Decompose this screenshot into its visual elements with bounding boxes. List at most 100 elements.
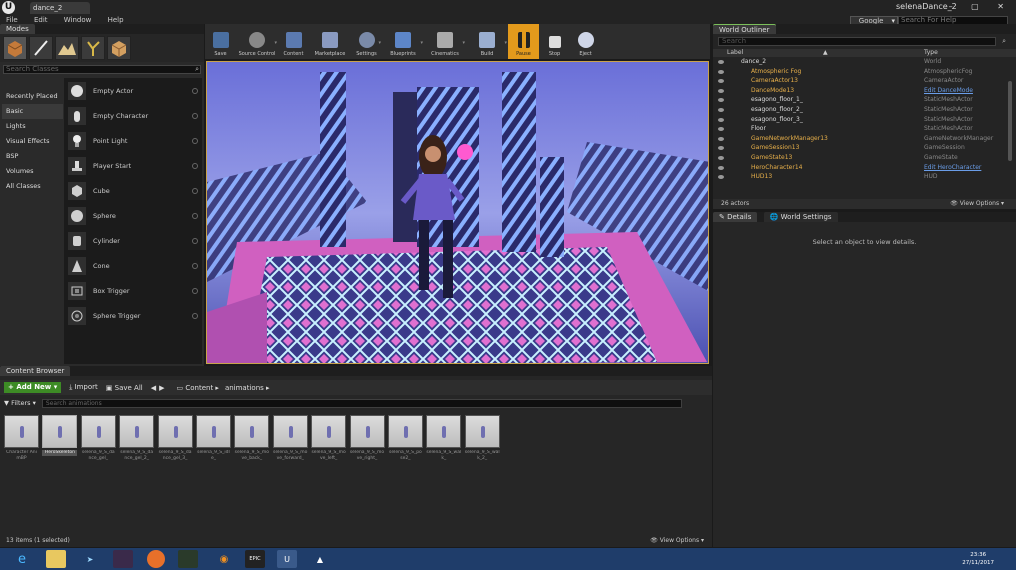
class-item[interactable]: Cylinder	[64, 228, 202, 253]
outliner-row[interactable]: Atmospheric Fog AtmosphericFog	[713, 67, 1016, 77]
details-tab[interactable]: ✎ Details	[713, 212, 758, 222]
class-item[interactable]: Empty Actor	[64, 78, 202, 103]
search-assets-input[interactable]: Search animations	[41, 398, 682, 408]
visibility-eye-icon[interactable]	[718, 60, 724, 64]
outliner-row[interactable]: DanceMode13 Edit DanceMode	[713, 86, 1016, 96]
content-button[interactable]: Content	[278, 24, 309, 59]
visibility-eye-icon[interactable]	[718, 165, 724, 170]
outliner-scrollbar[interactable]	[1008, 81, 1012, 161]
add-new-button[interactable]: + Add New ▾	[4, 382, 62, 393]
help-icon[interactable]	[192, 187, 198, 194]
menu-file[interactable]: File	[6, 16, 18, 24]
asset-tile[interactable]: selena_9_S_move_back_	[234, 415, 270, 462]
category-lights[interactable]: Lights	[2, 119, 63, 134]
build-button[interactable]: Build ▾	[466, 24, 508, 59]
menu-window[interactable]: Window	[64, 16, 92, 24]
geometry-mode-icon[interactable]	[107, 36, 131, 60]
blender-icon[interactable]: ◉	[214, 550, 234, 568]
firefox-icon[interactable]	[147, 550, 165, 568]
path-folder[interactable]: animations ▸	[225, 384, 270, 392]
visibility-eye-icon[interactable]	[718, 79, 724, 84]
help-icon[interactable]	[192, 262, 198, 269]
pause-button[interactable]: Pause	[508, 24, 539, 59]
outliner-row-type[interactable]: Edit HeroCharacter	[924, 163, 981, 173]
class-item[interactable]: Cube	[64, 178, 202, 203]
visibility-eye-icon[interactable]	[718, 175, 724, 179]
asset-tile[interactable]: selena_9_S_move_right_	[349, 415, 385, 462]
outliner-row[interactable]: HeroCharacter14 Edit HeroCharacter	[713, 163, 1016, 173]
asset-tile[interactable]: selena_9_S_move_left_	[311, 415, 347, 462]
asset-tile[interactable]: selena_9_S_idle_	[195, 415, 231, 462]
visibility-eye-icon[interactable]	[718, 117, 724, 122]
outliner-row[interactable]: Floor StaticMeshActor	[713, 124, 1016, 134]
label-column-header[interactable]: Label	[727, 49, 743, 57]
asset-tile[interactable]: Character AnimBP	[4, 415, 39, 462]
world-outliner-tab[interactable]: World Outliner	[713, 24, 776, 34]
class-item[interactable]: Sphere	[64, 203, 202, 228]
filters-button[interactable]: ▼ Filters ▾	[4, 399, 36, 407]
class-item[interactable]: Cone	[64, 253, 202, 278]
visibility-eye-icon[interactable]	[718, 155, 724, 160]
class-item[interactable]: Point Light	[64, 128, 202, 153]
help-icon[interactable]	[192, 137, 198, 144]
asset-tile[interactable]: selena_9_S_dance_gel_	[80, 415, 116, 462]
asset-tile[interactable]: HeroSkeleton	[42, 415, 78, 462]
help-icon[interactable]	[192, 237, 198, 244]
landscape-mode-icon[interactable]	[55, 36, 79, 60]
source-control-button[interactable]: Source Control ▾	[236, 24, 278, 59]
class-item[interactable]: Player Start	[64, 153, 202, 178]
content-view-options[interactable]: 👁 View Options ▾	[650, 535, 704, 547]
help-icon[interactable]	[192, 112, 198, 119]
place-mode-icon[interactable]	[3, 36, 27, 60]
menu-help[interactable]: Help	[108, 16, 124, 24]
level-tab[interactable]: dance_2	[30, 2, 90, 14]
outliner-row[interactable]: esagono_floor_3_ StaticMeshActor	[713, 115, 1016, 125]
outliner-search-input[interactable]: Search ⌕	[718, 37, 1006, 46]
history-forward-icon[interactable]: ▶	[159, 384, 164, 392]
window-controls[interactable]: – ▢ ✕	[949, 2, 1012, 11]
outliner-row[interactable]: esagono_floor_1_ StaticMeshActor	[713, 95, 1016, 105]
system-clock[interactable]: 23:36 27/11/2017	[962, 551, 994, 567]
help-icon[interactable]	[192, 162, 198, 169]
outliner-row[interactable]: esagono_floor_2_ StaticMeshActor	[713, 105, 1016, 115]
help-icon[interactable]	[192, 212, 198, 219]
unreal-engine-icon[interactable]: U	[277, 550, 297, 568]
paint-mode-icon[interactable]	[29, 36, 53, 60]
internet-explorer-icon[interactable]: e	[12, 550, 32, 568]
cinematics-button[interactable]: Cinematics ▾	[424, 24, 466, 59]
visibility-eye-icon[interactable]	[718, 146, 724, 151]
help-icon[interactable]	[192, 287, 198, 294]
modes-tab[interactable]: Modes	[0, 24, 35, 34]
menu-edit[interactable]: Edit	[34, 16, 48, 24]
settings-button[interactable]: Settings ▾	[351, 24, 382, 59]
outliner-row-type[interactable]: Edit DanceMode	[924, 86, 973, 96]
search-classes-input[interactable]: Search Classes ⌕	[3, 65, 201, 74]
category-recently-placed[interactable]: Recently Placed	[2, 89, 63, 104]
visibility-eye-icon[interactable]	[718, 127, 724, 132]
app-icon[interactable]: ▲	[310, 550, 330, 568]
import-button[interactable]: ⤓ Import	[69, 383, 98, 392]
category-visual-effects[interactable]: Visual Effects	[2, 134, 63, 149]
app-icon[interactable]	[113, 550, 133, 568]
visibility-eye-icon[interactable]	[718, 98, 724, 103]
eject-button[interactable]: Eject	[570, 24, 601, 59]
foliage-mode-icon[interactable]	[81, 36, 105, 60]
outliner-row[interactable]: GameNetworkManager13 GameNetworkManager	[713, 134, 1016, 144]
outliner-row[interactable]: GameSession13 GameSession	[713, 143, 1016, 153]
asset-tile[interactable]: selena_9_S_dance_gel_3_	[157, 415, 193, 462]
blueprints-button[interactable]: Blueprints ▾	[382, 24, 424, 59]
app-icon[interactable]	[178, 550, 198, 568]
save-all-button[interactable]: ▣ Save All	[106, 384, 143, 392]
stop-button[interactable]: Stop	[539, 24, 570, 59]
help-icon[interactable]	[192, 87, 198, 94]
category-all-classes[interactable]: All Classes	[2, 179, 63, 194]
save-button[interactable]: Save	[205, 24, 236, 59]
file-explorer-icon[interactable]	[46, 550, 66, 568]
outliner-row[interactable]: CameraActor13 CameraActor	[713, 76, 1016, 86]
world-settings-tab[interactable]: 🌐 World Settings	[763, 212, 838, 222]
history-back-icon[interactable]: ◀	[151, 384, 156, 392]
visibility-eye-icon[interactable]	[718, 69, 724, 74]
content-browser-tab[interactable]: Content Browser	[0, 366, 71, 376]
outliner-view-options[interactable]: 👁 View Options ▾	[950, 199, 1004, 209]
type-column-header[interactable]: Type	[924, 49, 938, 57]
